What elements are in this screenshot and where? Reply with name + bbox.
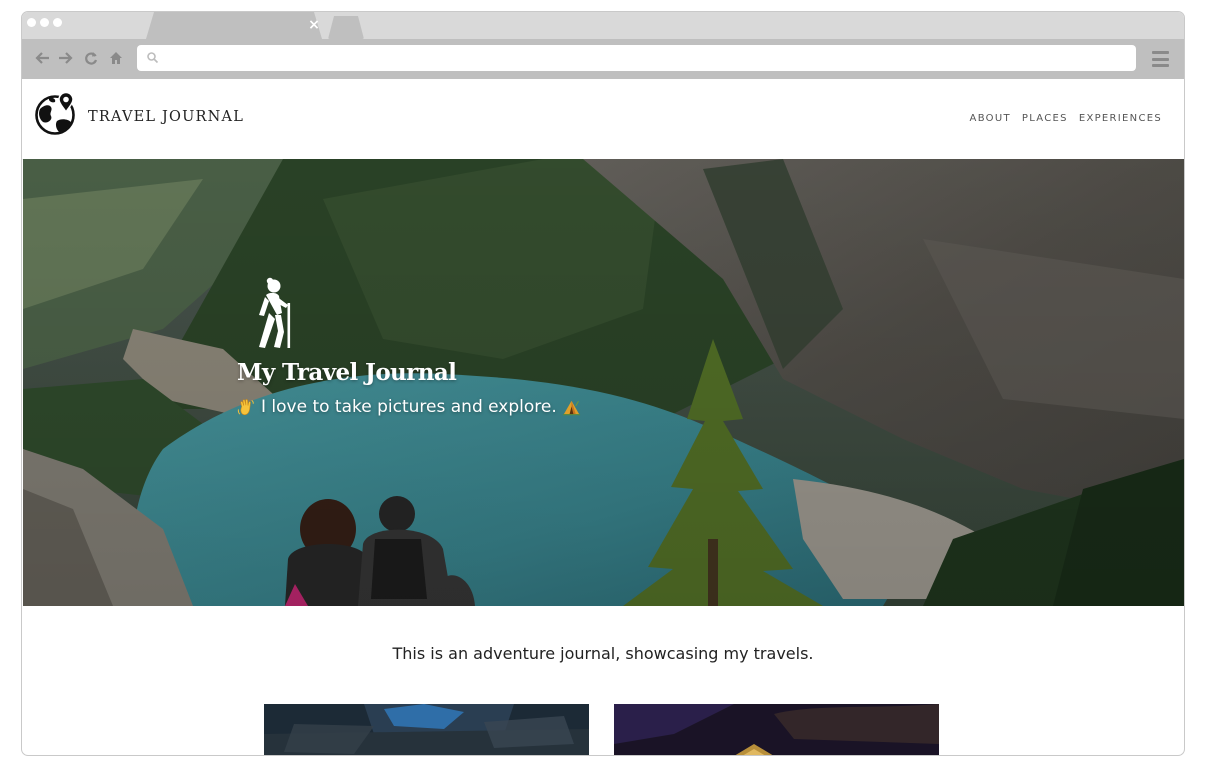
- search-icon: [147, 52, 159, 64]
- browser-tab-active[interactable]: [146, 12, 322, 39]
- site-nav: ABOUT PLACES EXPERIENCES: [970, 113, 1162, 124]
- new-tab-button[interactable]: [328, 16, 364, 39]
- hero-subtitle-row: I love to take pictures and explore.: [237, 397, 581, 417]
- globe-pin-logo-icon[interactable]: [35, 91, 79, 135]
- site-brand[interactable]: TRAVEL JOURNAL: [88, 109, 244, 125]
- camping-tent-icon: [562, 400, 580, 415]
- site-header: TRAVEL JOURNAL ABOUT PLACES EXPERIENCES: [22, 79, 1184, 160]
- forward-arrow-icon[interactable]: [57, 47, 75, 69]
- browser-toolbar: [22, 39, 1184, 79]
- window-controls: [27, 18, 62, 27]
- reload-icon[interactable]: [82, 47, 100, 69]
- minimize-window-dot[interactable]: [40, 18, 49, 27]
- maximize-window-dot[interactable]: [53, 18, 62, 27]
- browser-tab-bar: ×: [22, 12, 1184, 39]
- back-arrow-icon[interactable]: [33, 47, 51, 69]
- travel-thumbnail-image-1: [264, 704, 589, 755]
- tab-close-icon[interactable]: ×: [307, 16, 321, 34]
- travel-thumbnail-image-2: [614, 704, 939, 755]
- close-window-dot[interactable]: [27, 18, 36, 27]
- hero-banner: My Travel Journal I love to take picture…: [23, 159, 1184, 606]
- hero-landscape-image: [23, 159, 1184, 606]
- address-bar[interactable]: [137, 45, 1136, 71]
- hiker-icon: [259, 277, 291, 348]
- menu-icon[interactable]: [1152, 51, 1169, 67]
- home-icon[interactable]: [107, 47, 125, 69]
- travel-thumbnail-1[interactable]: [264, 704, 589, 755]
- nav-experiences[interactable]: EXPERIENCES: [1079, 113, 1162, 124]
- waving-hand-icon: [237, 398, 254, 415]
- nav-about[interactable]: ABOUT: [970, 113, 1011, 124]
- nav-places[interactable]: PLACES: [1022, 113, 1068, 124]
- intro-text: This is an adventure journal, showcasing…: [392, 644, 814, 663]
- browser-window: × TRAVEL JOURNAL ABOUT PLACES EXPERIENCE…: [21, 11, 1185, 756]
- hero-title: My Travel Journal: [237, 359, 457, 386]
- hero-subtitle: I love to take pictures and explore.: [261, 397, 557, 417]
- travel-thumbnail-2[interactable]: [614, 704, 939, 755]
